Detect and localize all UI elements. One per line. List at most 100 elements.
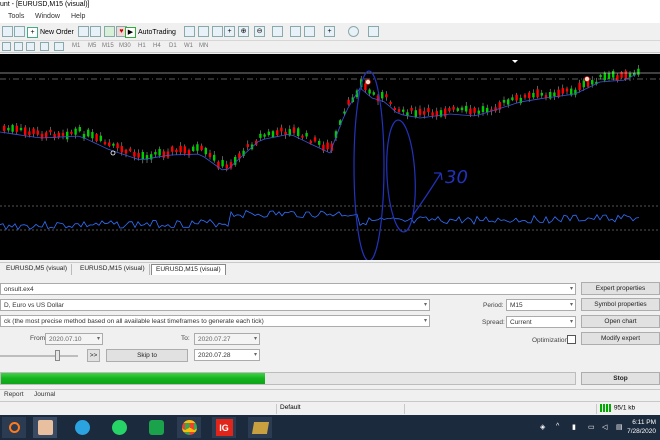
autotrading-icon: ▶: [125, 26, 136, 38]
battery-icon[interactable]: ▭: [588, 423, 595, 431]
terminal-icon[interactable]: [90, 26, 101, 37]
tab-journal[interactable]: Journal: [34, 391, 55, 398]
from-date-field[interactable]: 2020.07.10 ▾: [45, 333, 103, 345]
notification-icon[interactable]: ▤: [616, 423, 623, 431]
tab-report[interactable]: Report: [4, 391, 24, 398]
menu-window[interactable]: Window: [35, 13, 60, 20]
search-button[interactable]: [2, 417, 26, 438]
expert-select[interactable]: onsult.ex4 ▾: [0, 283, 576, 295]
zoom-in-glass-icon[interactable]: ⊕: [238, 26, 249, 37]
candle: [418, 108, 422, 115]
taskbar-clock[interactable]: 6:11 PM 7/28/2020: [627, 418, 656, 436]
model-select[interactable]: ck (the most precise method based on all…: [0, 315, 430, 327]
candle: [515, 94, 518, 101]
taskbar-app-ig[interactable]: IG: [212, 417, 236, 438]
taskbar-app-telegram[interactable]: [70, 417, 94, 438]
network-icon[interactable]: ◈: [540, 423, 545, 431]
menu-help[interactable]: Help: [71, 13, 85, 20]
autotrading-label: AutoTrading: [138, 28, 176, 36]
optimization-label: Optimization: [532, 337, 569, 344]
symbol-properties-button[interactable]: Symbol properties: [581, 298, 660, 311]
candle: [431, 112, 434, 116]
optimization-checkbox[interactable]: [567, 335, 576, 344]
zoom-out-icon[interactable]: ⊖: [254, 26, 265, 37]
drawn-ellipse-1: [353, 70, 385, 260]
tf-d1[interactable]: D1: [169, 43, 177, 49]
empty-status: [404, 404, 596, 414]
drawn-ellipse-2: [386, 119, 416, 233]
app-icon: [148, 420, 164, 435]
profiles-icon[interactable]: [2, 26, 13, 37]
fast-forward-button[interactable]: >>: [87, 349, 100, 362]
close-button[interactable]: [632, 0, 660, 11]
candle: [469, 108, 472, 115]
indicators-icon[interactable]: +: [324, 26, 335, 37]
trade-marker: [110, 150, 116, 156]
connection-status[interactable]: 95/1 kb: [596, 404, 660, 414]
expert-properties-button[interactable]: Expert properties: [581, 282, 660, 295]
taskbar-app-whatsapp[interactable]: [107, 417, 131, 438]
volume-icon[interactable]: ◁: [602, 423, 607, 431]
tf-m1[interactable]: M1: [72, 43, 80, 49]
templates-icon[interactable]: [368, 26, 379, 37]
vertical-line-icon[interactable]: [26, 42, 35, 51]
model-value: ck (the most precise method based on all…: [4, 318, 264, 325]
tf-mn[interactable]: MN: [199, 43, 208, 49]
taskbar-app-metatrader[interactable]: [248, 417, 272, 438]
speed-slider-track[interactable]: [0, 355, 78, 357]
tray-chevron-icon[interactable]: ^: [556, 423, 559, 430]
wifi-icon[interactable]: ▮: [572, 423, 576, 431]
metaeditor-icon[interactable]: [78, 26, 89, 37]
shapes-icon[interactable]: [54, 42, 64, 51]
market-watch-icon[interactable]: [104, 26, 115, 37]
bar-chart-icon[interactable]: [184, 26, 195, 37]
chart-shift-icon[interactable]: [304, 26, 315, 37]
price-chart[interactable]: 30: [0, 54, 660, 260]
indicator-line: [0, 209, 640, 231]
candle: [389, 101, 392, 105]
taskbar-app-paint[interactable]: [33, 417, 57, 438]
cursor-icon[interactable]: [2, 42, 11, 51]
autotrading-button[interactable]: ▶ AutoTrading: [125, 25, 176, 39]
modify-expert-button[interactable]: Modify expert: [581, 332, 660, 345]
tile-windows-icon[interactable]: [272, 26, 283, 37]
expert-value: onsult.ex4: [4, 286, 34, 293]
menu-tools[interactable]: Tools: [8, 13, 24, 20]
open-chart-button[interactable]: Open chart: [581, 315, 660, 328]
period-value: M15: [510, 302, 523, 309]
tab-eurusd-m15-active[interactable]: EURUSD,M15 (visual): [151, 264, 226, 275]
tf-h1[interactable]: H1: [138, 43, 146, 49]
candle: [32, 128, 35, 134]
candlestick-icon[interactable]: [198, 26, 209, 37]
speed-slider-thumb[interactable]: [55, 350, 60, 361]
new-order-button[interactable]: + New Order: [27, 25, 74, 39]
candle: [213, 154, 216, 161]
symbol-select[interactable]: D, Euro vs US Dollar ▾: [0, 299, 430, 311]
candle: [259, 133, 262, 138]
stop-button[interactable]: Stop: [581, 372, 660, 385]
auto-scroll-icon[interactable]: [290, 26, 301, 37]
periods-icon[interactable]: [348, 26, 359, 37]
crosshair-icon[interactable]: [14, 42, 23, 51]
skip-date-field[interactable]: 2020.07.28 ▾: [194, 349, 260, 361]
tab-eurusd-m5[interactable]: EURUSD,M5 (visual): [2, 264, 73, 275]
tf-m15[interactable]: M15: [102, 43, 114, 49]
tf-w1[interactable]: W1: [184, 43, 193, 49]
navigator-icon[interactable]: [14, 26, 25, 37]
taskbar-app-chrome[interactable]: [177, 417, 201, 438]
candle: [326, 142, 329, 150]
candle: [116, 143, 119, 149]
to-date-field[interactable]: 2020.07.27 ▾: [194, 333, 260, 345]
skip-to-button[interactable]: Skip to: [106, 349, 188, 362]
tf-m30[interactable]: M30: [119, 43, 131, 49]
tf-m5[interactable]: M5: [88, 43, 96, 49]
candle: [66, 131, 69, 140]
spread-select[interactable]: Current ▾: [506, 316, 576, 328]
tab-eurusd-m15[interactable]: EURUSD,M15 (visual): [76, 264, 150, 275]
tf-h4[interactable]: H4: [153, 43, 161, 49]
line-chart-icon[interactable]: [212, 26, 223, 37]
zoom-in-icon[interactable]: +: [224, 26, 235, 37]
text-tool-icon[interactable]: [40, 42, 49, 51]
taskbar-app-green[interactable]: [144, 417, 168, 438]
period-select[interactable]: M15 ▾: [506, 299, 576, 311]
